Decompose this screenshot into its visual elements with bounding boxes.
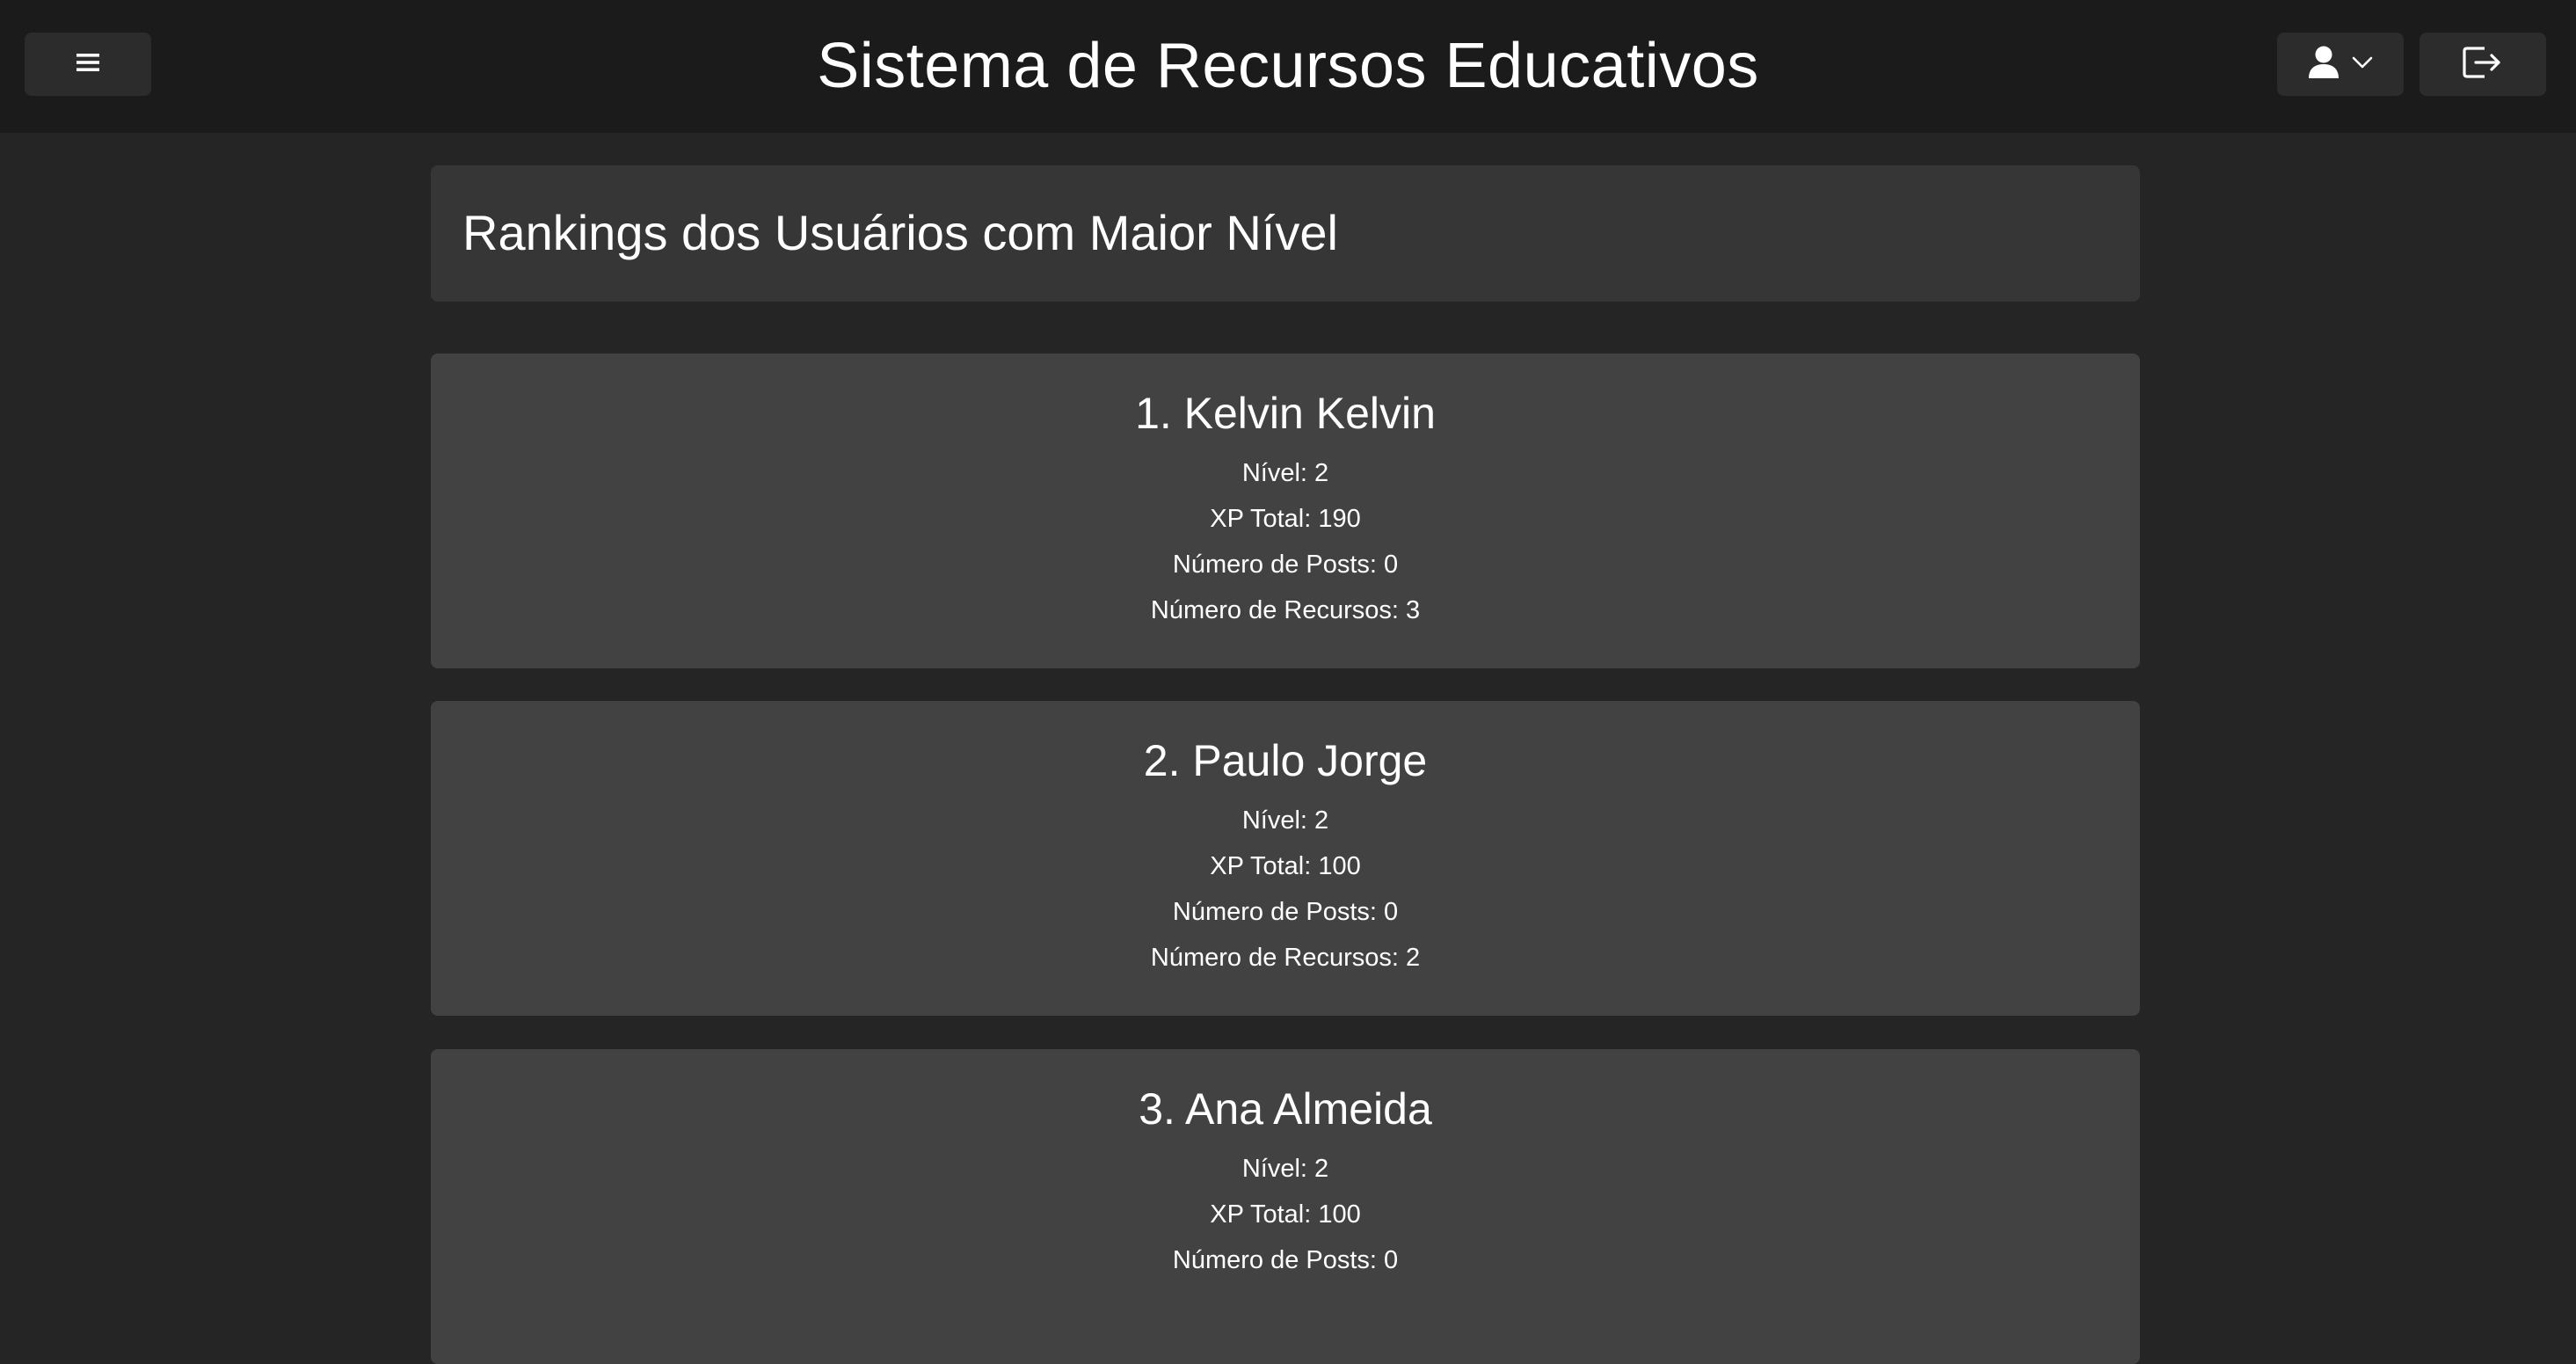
xp-total-stat: XP Total: 100 [431, 1197, 2140, 1232]
level-label: Nível: [1241, 459, 1307, 487]
posts-value: 0 [1383, 898, 1399, 926]
app-title: Sistema de Recursos Educativos [817, 31, 1759, 101]
ranking-card: 3. Ana Almeida Nível: 2 XP Total: 100 Núme… [431, 1049, 2140, 1364]
xp-total-stat: XP Total: 190 [431, 501, 2140, 536]
xp-total-stat: XP Total: 100 [431, 849, 2140, 884]
user-icon [2308, 46, 2340, 84]
xp-total-value: 100 [1318, 1200, 1361, 1229]
ranking-user-name: 1. Kelvin Kelvin [1135, 389, 1436, 438]
level-stat: Nível: 2 [431, 803, 2140, 838]
xp-total-label: XP Total: [1210, 852, 1312, 880]
page-title: Rankings dos Usuários com Maior Nível [462, 205, 1338, 260]
level-value: 2 [1314, 1155, 1329, 1183]
level-value: 2 [1314, 459, 1329, 487]
level-stat: Nível: 2 [431, 456, 2140, 491]
posts-stat: Número de Posts: 0 [431, 1243, 2140, 1278]
level-stat: Nível: 2 [431, 1151, 2140, 1186]
logout-icon [2462, 45, 2504, 84]
level-label: Nível: [1241, 806, 1307, 835]
posts-stat: Número de Posts: 0 [431, 894, 2140, 930]
chevron-down-icon [2352, 56, 2373, 73]
level-value: 2 [1314, 806, 1329, 835]
resources-value: 2 [1405, 944, 1421, 972]
xp-total-value: 190 [1318, 505, 1361, 533]
ranking-user-name: 2. Paulo Jorge [1143, 736, 1428, 785]
ranking-card: 1. Kelvin Kelvin Nível: 2 XP Total: 190 Nú… [431, 354, 2140, 668]
posts-value: 0 [1383, 551, 1399, 579]
posts-label: Número de Posts: [1172, 898, 1377, 926]
xp-total-label: XP Total: [1210, 505, 1312, 533]
top-bar: Sistema de Recursos Educativos [0, 0, 2576, 133]
ranking-card: 2. Paulo Jorge Nível: 2 XP Total: 100 Núme… [431, 701, 2140, 1016]
ranking-user-name: 3. Ana Almeida [1139, 1084, 1432, 1134]
xp-total-label: XP Total: [1210, 1200, 1312, 1229]
logout-button[interactable] [2420, 33, 2546, 96]
resources-label: Número de Recursos: [1150, 596, 1399, 624]
resources-stat: Número de Recursos: 2 [431, 940, 2140, 975]
posts-value: 0 [1383, 1246, 1399, 1274]
user-menu-button[interactable] [2277, 33, 2404, 96]
xp-total-value: 100 [1318, 852, 1361, 880]
posts-stat: Número de Posts: 0 [431, 547, 2140, 582]
resources-stat: Número de Recursos: 3 [431, 593, 2140, 628]
posts-label: Número de Posts: [1172, 1246, 1377, 1274]
posts-label: Número de Posts: [1172, 551, 1377, 579]
resources-label: Número de Recursos: [1150, 944, 1399, 972]
page-heading-panel: Rankings dos Usuários com Maior Nível [431, 165, 2140, 302]
level-label: Nível: [1241, 1155, 1307, 1183]
resources-value: 3 [1405, 596, 1421, 624]
